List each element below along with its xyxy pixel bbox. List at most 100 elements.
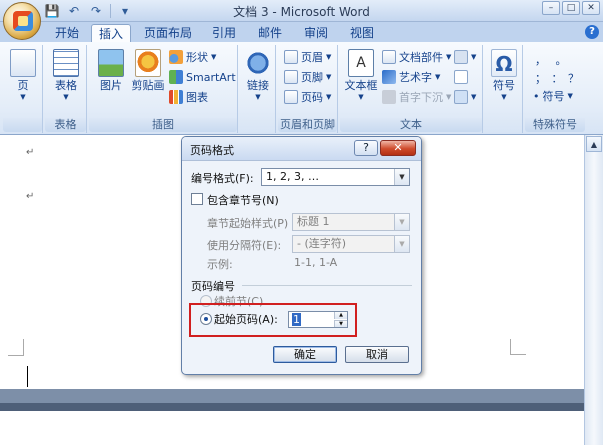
special-symbol-button[interactable]: • 符号 ▼ [533, 87, 573, 105]
header-button[interactable]: 页眉 ▼ [284, 48, 331, 66]
dropdown-arrow-icon: ▼ [471, 53, 477, 61]
group-pages: 页 ▼ [3, 45, 43, 133]
dropdown-arrow-icon: ▼ [501, 93, 507, 101]
smartart-button[interactable]: SmartArt [169, 68, 236, 86]
textbox-icon: A [348, 49, 374, 77]
scroll-up-icon[interactable]: ▲ [586, 136, 602, 152]
maximize-button[interactable]: □ [562, 1, 580, 15]
clipart-label: 剪贴画 [131, 79, 165, 92]
dropdown-arrow-icon: ▼ [255, 93, 261, 101]
window-controls: – □ ✕ [542, 1, 600, 15]
footer-button[interactable]: 页脚 ▼ [284, 68, 331, 86]
footer-icon [284, 70, 298, 84]
crop-mark [8, 339, 24, 355]
number-format-select[interactable]: 1, 2, 3, … ▼ [261, 168, 410, 186]
quickparts-icon [382, 50, 396, 64]
window-title: 文档 3 - Microsoft Word [233, 5, 370, 19]
page-number-icon [284, 90, 298, 104]
dropdown-arrow-icon: ▼ [326, 93, 332, 101]
paragraph-mark: ↵ [26, 191, 35, 202]
help-icon[interactable]: ? [585, 25, 599, 39]
dropcap-label: 首字下沉 [399, 91, 443, 104]
section-divider [242, 285, 412, 286]
clipart-button[interactable]: 剪贴画 [129, 47, 167, 93]
group-label-pages [3, 118, 42, 132]
minimize-button[interactable]: – [542, 1, 560, 15]
group-label-illustrations: 插图 [89, 118, 237, 132]
ribbon: 页 ▼ 表格 ▼ 表格 图片 剪贴画 形状 ▼ SmartArt 图表 插图 链… [0, 42, 603, 135]
vertical-scrollbar[interactable]: ▲ [584, 135, 603, 445]
object-button[interactable]: ▼ [454, 88, 476, 106]
chart-icon [169, 90, 183, 104]
pages-button[interactable]: 页 ▼ [5, 47, 41, 101]
dropdown-arrow-icon: ▼ [471, 93, 477, 101]
wordart-button[interactable]: 艺术字 ▼ [382, 68, 440, 86]
page-number-label: 页码 [301, 91, 323, 104]
dialog-help-button[interactable]: ? [354, 140, 378, 156]
ribbon-tabs: 开始 插入 页面布局 引用 邮件 审阅 视图 ? [0, 22, 603, 42]
datetime-button[interactable] [454, 68, 468, 86]
numbering-section-label: 页码编号 [191, 280, 235, 293]
include-chapter-label: 包含章节号(N) [207, 194, 279, 207]
dialog-close-button[interactable]: ✕ [380, 140, 416, 156]
tab-home[interactable]: 开始 [48, 24, 86, 42]
chevron-down-icon: ▼ [394, 214, 409, 230]
special-symbol-label: 符号 [542, 90, 565, 103]
example-value: 1-1, 1-A [294, 256, 338, 269]
title-bar: 💾 ↶ ↷ ▾ 文档 3 - Microsoft Word – □ ✕ [0, 0, 603, 22]
office-button[interactable] [3, 2, 41, 40]
dropdown-arrow-icon: ▼ [326, 73, 332, 81]
footer-label: 页脚 [301, 71, 323, 84]
page-separator [0, 389, 584, 411]
table-icon [53, 49, 79, 77]
ok-button[interactable]: 确定 [273, 346, 337, 363]
include-chapter-checkbox[interactable] [191, 193, 203, 205]
symbol-button[interactable]: Ω 符号 ▼ [486, 47, 522, 101]
page-number-button[interactable]: 页码 ▼ [284, 88, 331, 106]
close-window-button[interactable]: ✕ [582, 1, 600, 15]
group-illustrations: 图片 剪贴画 形状 ▼ SmartArt 图表 插图 [89, 45, 238, 133]
group-special-symbols: ， 。 ； ： ？ • 符号 ▼ 特殊符号 [525, 45, 585, 133]
dropcap-button[interactable]: 首字下沉 ▼ [382, 88, 451, 106]
picture-button[interactable]: 图片 [93, 47, 129, 93]
dropdown-arrow-icon: ▼ [211, 53, 217, 61]
dropdown-arrow-icon: ▼ [358, 93, 364, 101]
dialog-title-bar: 页码格式 ? ✕ [182, 137, 421, 161]
chevron-down-icon: ▼ [394, 236, 409, 252]
text-cursor [27, 366, 28, 387]
tab-page-layout[interactable]: 页面布局 [140, 24, 196, 42]
tab-view[interactable]: 视图 [344, 24, 380, 42]
punct-row-1[interactable]: ， 。 [535, 51, 570, 69]
dropdown-arrow-icon: ▼ [567, 92, 573, 100]
symbol-label: 符号 [493, 79, 515, 92]
quickparts-button[interactable]: 文档部件 ▼ [382, 48, 451, 66]
cancel-button[interactable]: 取消 [345, 346, 409, 363]
picture-icon [98, 49, 124, 77]
chevron-down-icon: ▼ [394, 169, 409, 185]
crop-mark [8, 355, 24, 356]
chart-button[interactable]: 图表 [169, 88, 208, 106]
dropdown-arrow-icon: ▼ [446, 53, 452, 61]
textbox-button[interactable]: A 文本框 ▼ [342, 47, 380, 101]
tab-insert[interactable]: 插入 [91, 24, 131, 42]
tab-references[interactable]: 引用 [206, 24, 242, 42]
dialog-title: 页码格式 [190, 144, 234, 157]
separator-select[interactable]: - (连字符) ▼ [292, 235, 410, 253]
quickparts-label: 文档部件 [399, 51, 443, 64]
links-button[interactable]: 链接 ▼ [240, 47, 276, 101]
tab-review[interactable]: 审阅 [298, 24, 334, 42]
omega-icon: Ω [491, 49, 517, 77]
table-button[interactable]: 表格 ▼ [48, 47, 84, 101]
shapes-icon [169, 50, 183, 64]
signature-line-button[interactable]: ▼ [454, 48, 476, 66]
smartart-icon [169, 70, 183, 84]
dropdown-arrow-icon: ▼ [435, 73, 441, 81]
textbox-label: 文本框 [344, 79, 378, 92]
chart-label: 图表 [186, 91, 208, 104]
tab-mailings[interactable]: 邮件 [252, 24, 288, 42]
chapter-style-label: 章节起始样式(P) [207, 217, 289, 230]
chapter-style-select[interactable]: 标题 1 ▼ [292, 213, 410, 231]
shapes-button[interactable]: 形状 ▼ [169, 48, 216, 66]
punct-row-2[interactable]: ； ： ？ [535, 69, 580, 87]
example-label: 示例: [207, 258, 233, 271]
